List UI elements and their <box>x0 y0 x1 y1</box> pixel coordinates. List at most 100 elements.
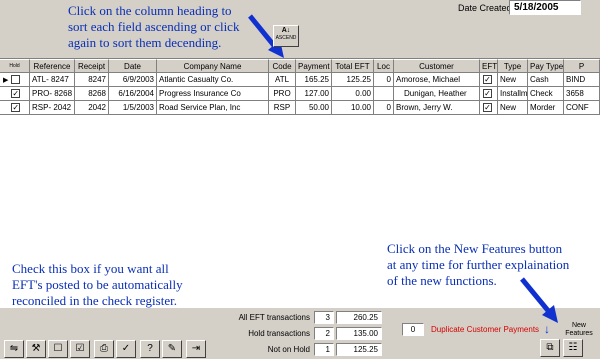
column-header-date[interactable]: Date <box>109 59 157 73</box>
column-header-receipt[interactable]: Receipt <box>75 59 109 73</box>
hold-checkbox[interactable] <box>11 75 21 85</box>
help-icon: ? <box>147 343 153 354</box>
table-row[interactable]: ✓ PRO- 8268 8268 6/16/2004 Progress Insu… <box>0 87 600 101</box>
code-cell: RSP <box>269 101 296 115</box>
payment-cell: 127.00 <box>296 87 332 101</box>
date-cell: 6/9/2003 <box>109 73 157 87</box>
hold-transactions-label: Hold transactions <box>248 329 310 338</box>
column-header-hold[interactable]: Hold <box>0 59 30 73</box>
sort-ascend-button[interactable]: A↓ ASCEND <box>273 25 299 47</box>
duplicate-count-field: 0 <box>402 323 424 336</box>
hold-checkbox[interactable]: ✓ <box>11 89 21 99</box>
new-features-callout: Click on the New Features button at any … <box>387 241 600 289</box>
sort-ascend-label: ASCEND <box>275 35 297 41</box>
reference-cell: PRO- 8268 <box>30 87 75 101</box>
all-eft-count-field: 3 <box>314 311 334 324</box>
transfer-button[interactable]: ⇋ <box>4 340 24 358</box>
new-features-instruction-line: of the new functions. <box>387 273 497 288</box>
hold-count-field: 2 <box>314 327 334 340</box>
edit-button[interactable]: ✎ <box>162 340 182 358</box>
loc-cell: 0 <box>374 101 394 115</box>
column-header-p[interactable]: P <box>564 59 600 73</box>
total-eft-cell: 10.00 <box>332 101 374 115</box>
eft-checkbox[interactable]: ✓ <box>483 75 492 85</box>
customer-cell: Amorose, Michael <box>394 73 480 87</box>
column-header-total-eft[interactable]: Total EFT <box>332 59 374 73</box>
type-cell: New <box>498 101 528 115</box>
eft-cell: ✓ <box>480 101 498 115</box>
date-created-label: Date Created <box>458 3 512 13</box>
hold-cell: ✓ <box>0 101 30 115</box>
column-header-reference[interactable]: Reference <box>30 59 75 73</box>
column-header-payment[interactable]: Payment <box>296 59 332 73</box>
eft-transactions-grid: Hold Reference Receipt Date Company Name… <box>0 58 600 323</box>
uncheck-all-button[interactable]: ☐ <box>48 340 68 358</box>
checklist-icon: ✓ <box>121 343 131 354</box>
p-cell: BIND <box>564 73 600 87</box>
all-eft-amount-field: 260.25 <box>336 311 382 324</box>
payment-cell: 165.25 <box>296 73 332 87</box>
hold-checkbox[interactable]: ✓ <box>11 103 21 113</box>
company-cell: Road Service Plan, Inc <box>157 101 269 115</box>
p-cell: 3658 <box>564 87 600 101</box>
edit-icon: ✎ <box>167 343 177 354</box>
hold-instruction-line: reconciled in the check register. <box>12 293 177 308</box>
new-features-button[interactable]: ☷ <box>563 339 583 357</box>
new-features-instruction-line: at any time for further explaination <box>387 257 570 272</box>
column-header-code[interactable]: Code <box>269 59 296 73</box>
eft-checkbox[interactable]: ✓ <box>483 89 492 99</box>
spellcheck-button[interactable]: ✓ <box>116 340 136 358</box>
empty-checkbox-icon: ☐ <box>53 343 63 354</box>
company-cell: Progress Insurance Co <box>157 87 269 101</box>
total-eft-cell: 125.25 <box>332 73 374 87</box>
column-header-type[interactable]: Type <box>498 59 528 73</box>
eft-checkbox[interactable]: ✓ <box>483 103 492 113</box>
code-cell: PRO <box>269 87 296 101</box>
column-header-customer[interactable]: Customer <box>394 59 480 73</box>
date-cell: 6/16/2004 <box>109 87 157 101</box>
layout-button[interactable]: ⧉ <box>540 339 560 357</box>
check-all-button[interactable]: ☑ <box>70 340 90 358</box>
code-cell: ATL <box>269 73 296 87</box>
down-arrow-icon: ↓ <box>544 322 550 336</box>
help-button[interactable]: ? <box>140 340 160 358</box>
column-header-company-name[interactable]: Company Name <box>157 59 269 73</box>
duplicate-customer-payments-label[interactable]: Duplicate Customer Payments <box>431 325 539 334</box>
printer-icon: ⎙ <box>100 343 108 354</box>
pay-type-cell: Morder <box>528 101 564 115</box>
column-header-eft[interactable]: EFT <box>480 59 498 73</box>
not-on-hold-amount-field: 125.25 <box>336 343 382 356</box>
not-on-hold-label: Not on Hold <box>267 345 310 354</box>
type-cell: Installme <box>498 87 528 101</box>
column-header-loc[interactable]: Loc <box>374 59 394 73</box>
new-features-icon: ☷ <box>568 342 578 353</box>
post-button[interactable]: ⚒ <box>26 340 46 358</box>
print-button[interactable]: ⎙ <box>94 340 114 358</box>
exit-button[interactable]: ⇥ <box>186 340 206 358</box>
type-cell: New <box>498 73 528 87</box>
loc-cell <box>374 87 394 101</box>
receipt-cell: 8247 <box>75 73 109 87</box>
column-header-pay-type[interactable]: Pay Type <box>528 59 564 73</box>
customer-cell: Brown, Jerry W. <box>394 101 480 115</box>
receipt-cell: 2042 <box>75 101 109 115</box>
hold-amount-field: 135.00 <box>336 327 382 340</box>
date-created-field[interactable]: 5/18/2005 <box>509 0 581 15</box>
receipt-cell: 8268 <box>75 87 109 101</box>
not-on-hold-count-field: 1 <box>314 343 334 356</box>
reference-cell: RSP- 2042 <box>30 101 75 115</box>
exit-door-icon: ⇥ <box>191 343 201 354</box>
hold-instruction-line: EFT's posted to be automatically <box>12 277 183 292</box>
reference-cell: ATL- 8247 <box>30 73 75 87</box>
loc-cell: 0 <box>374 73 394 87</box>
pay-type-cell: Check <box>528 87 564 101</box>
customer-cell: Dunigan, Heather <box>394 87 480 101</box>
table-row[interactable]: ▶ ATL- 8247 8247 6/9/2003 Atlantic Casua… <box>0 73 600 87</box>
hold-instruction-line: Check this box if you want all <box>12 261 169 276</box>
new-features-instruction-line: Click on the New Features button <box>387 241 563 256</box>
grid-header-row: Hold Reference Receipt Date Company Name… <box>0 59 600 73</box>
table-row[interactable]: ✓ RSP- 2042 2042 1/5/2003 Road Service P… <box>0 101 600 115</box>
hold-cell: ▶ <box>0 73 30 87</box>
all-eft-transactions-label: All EFT transactions <box>238 313 310 322</box>
checked-checkbox-icon: ☑ <box>75 343 85 354</box>
